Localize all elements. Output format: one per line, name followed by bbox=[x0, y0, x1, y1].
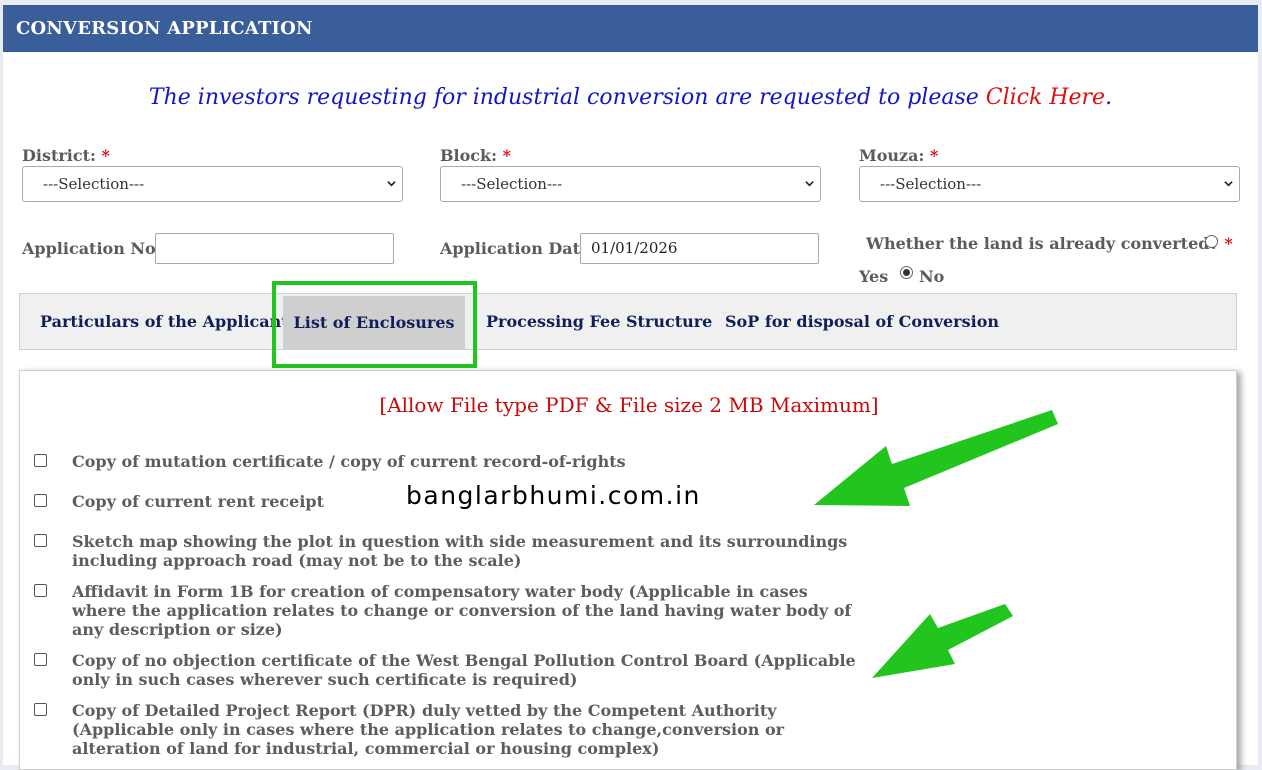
chevron-down-icon bbox=[805, 181, 814, 187]
green-arrow-icon bbox=[814, 410, 1058, 506]
enclosure-label: Affidavit in Form 1B for creation of com… bbox=[72, 582, 852, 639]
chevron-down-icon bbox=[387, 181, 396, 187]
tab-particulars-of-applicant[interactable]: Particulars of the Applicant bbox=[40, 294, 289, 350]
block-label-text: Block: bbox=[440, 146, 498, 165]
tab-processing-fee-structure[interactable]: Processing Fee Structure bbox=[486, 294, 712, 350]
chevron-down-icon bbox=[1224, 181, 1233, 187]
converted-no-radio[interactable] bbox=[900, 266, 913, 279]
application-date-input[interactable]: 01/01/2026 bbox=[580, 233, 819, 264]
enclosure-label: Copy of no objection certificate of the … bbox=[72, 651, 856, 689]
click-here-link[interactable]: Click Here bbox=[986, 85, 1105, 110]
no-label: No bbox=[919, 267, 945, 286]
enclosure-label: Copy of Detailed Project Report (DPR) du… bbox=[72, 701, 785, 758]
converted-yes-radio[interactable] bbox=[1205, 235, 1218, 248]
application-no-input[interactable] bbox=[155, 233, 394, 264]
enclosure-checkbox[interactable] bbox=[34, 534, 47, 547]
investor-notice-text: The investors requesting for industrial … bbox=[148, 85, 979, 110]
enclosure-checkbox[interactable] bbox=[34, 454, 47, 467]
mouza-label: Mouza: * bbox=[859, 146, 938, 165]
mouza-select-value: ---Selection--- bbox=[880, 175, 982, 193]
mouza-label-text: Mouza: bbox=[859, 146, 925, 165]
page-title: CONVERSION APPLICATION bbox=[3, 5, 1258, 52]
yes-label: Yes bbox=[859, 267, 889, 286]
mouza-required-mark: * bbox=[929, 146, 939, 165]
tab-bar: Particulars of the Applicant List of Enc… bbox=[19, 293, 1237, 350]
district-label: District: * bbox=[22, 146, 110, 165]
enclosure-checkbox[interactable] bbox=[34, 494, 47, 507]
tab-highlight-box bbox=[272, 281, 477, 368]
block-select-value: ---Selection--- bbox=[461, 175, 563, 193]
district-required-mark: * bbox=[101, 146, 110, 165]
converted-question-text: Whether the land is already converted? bbox=[866, 234, 1219, 253]
block-label: Block: * bbox=[440, 146, 511, 165]
converted-required-mark: * bbox=[1224, 234, 1233, 253]
application-no-label: Application No bbox=[22, 239, 156, 258]
mouza-select[interactable]: ---Selection--- bbox=[859, 166, 1240, 202]
enclosure-label: Copy of mutation certificate / copy of c… bbox=[72, 452, 626, 471]
enclosure-checkbox[interactable] bbox=[34, 584, 47, 597]
enclosure-checkbox[interactable] bbox=[34, 703, 47, 716]
site-watermark: banglarbhumi.com.in bbox=[406, 481, 701, 510]
converted-question: Whether the land is already converted? * bbox=[866, 234, 1233, 253]
block-required-mark: * bbox=[502, 146, 511, 165]
enclosure-label: Sketch map showing the plot in question … bbox=[72, 532, 848, 570]
district-select[interactable]: ---Selection--- bbox=[22, 166, 403, 202]
district-select-value: ---Selection--- bbox=[43, 175, 145, 193]
tab-sop-disposal-of-conversion[interactable]: SoP for disposal of Conversion bbox=[725, 294, 999, 350]
investor-notice-end: . bbox=[1105, 85, 1113, 110]
application-date-label: Application Date bbox=[440, 239, 591, 258]
district-label-text: District: bbox=[22, 146, 96, 165]
investor-notice: The investors requesting for industrial … bbox=[3, 85, 1258, 110]
block-select[interactable]: ---Selection--- bbox=[440, 166, 821, 202]
enclosure-checkbox[interactable] bbox=[34, 653, 47, 666]
green-arrow-icon bbox=[872, 604, 1013, 678]
